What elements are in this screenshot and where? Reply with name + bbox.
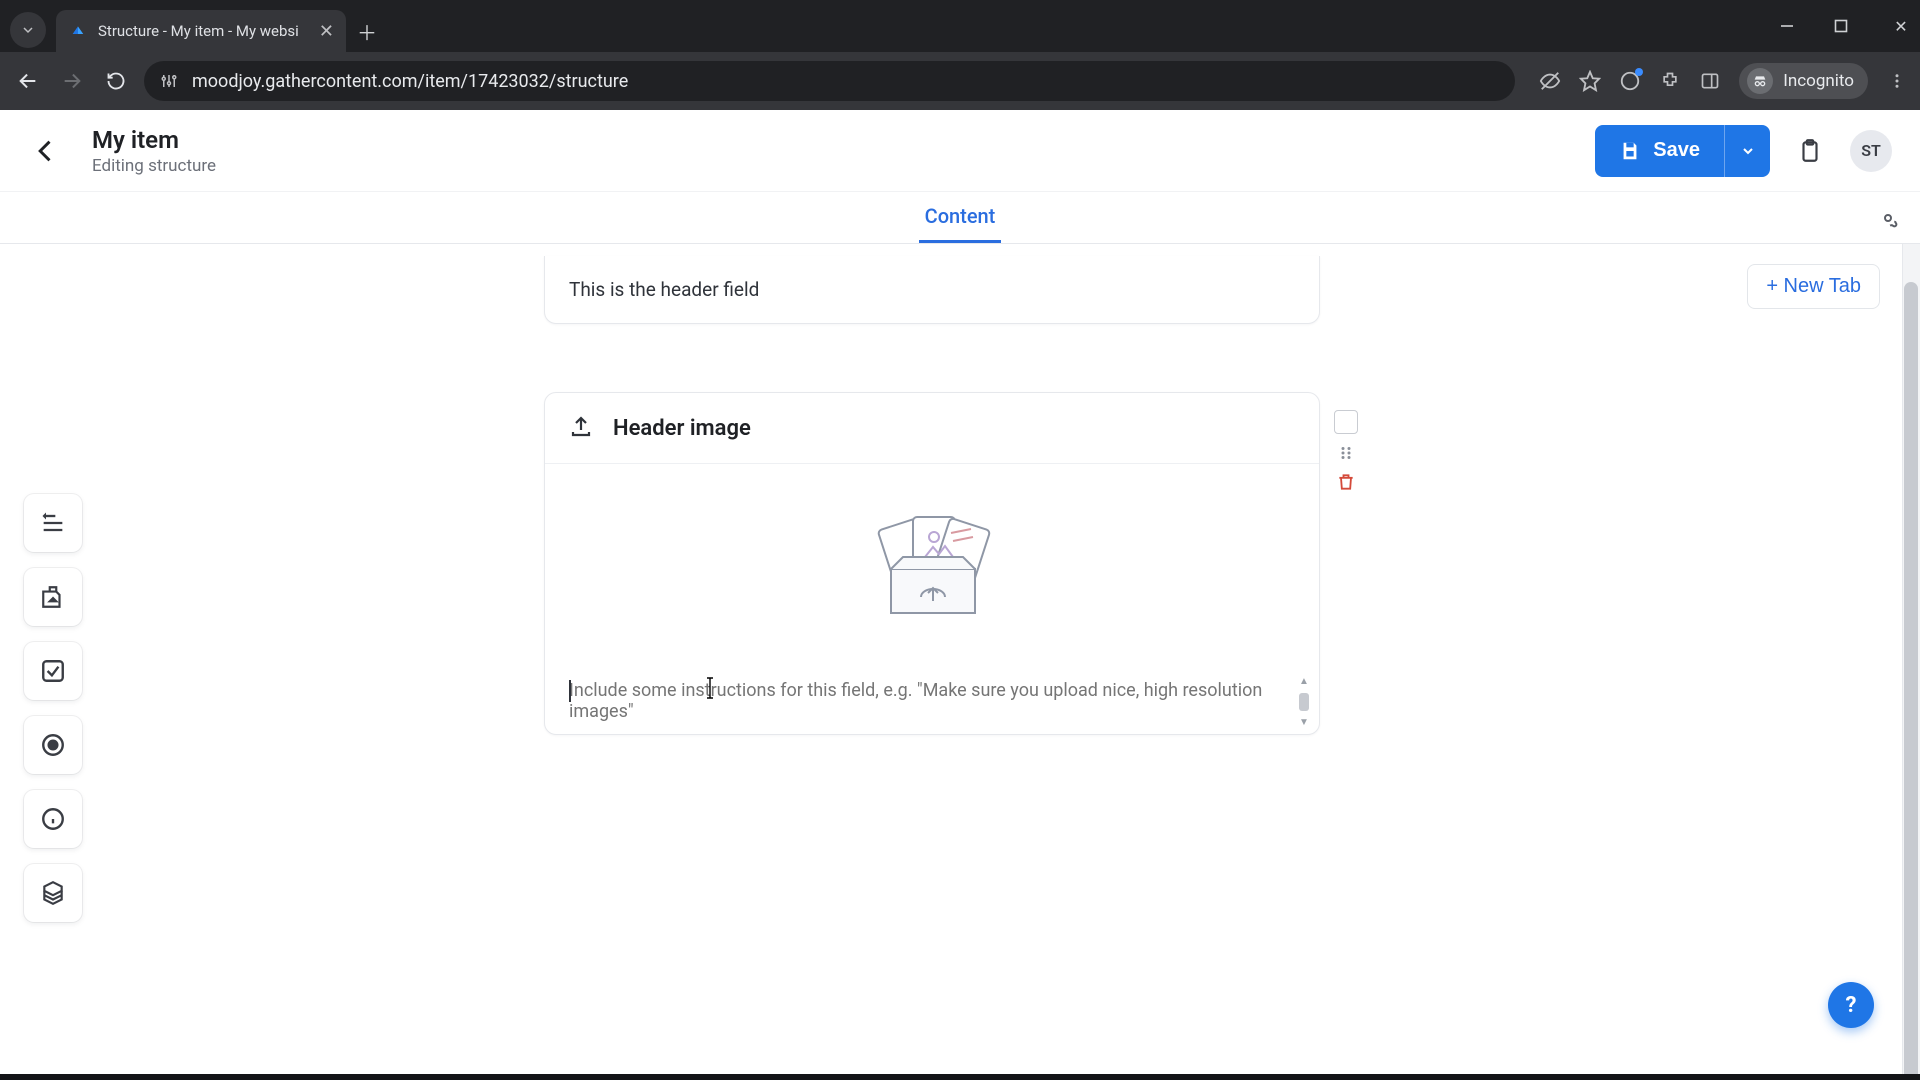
- new-tab-button[interactable]: ＋: [350, 14, 384, 48]
- clipboard-button[interactable]: [1788, 129, 1832, 173]
- palette-guideline-field[interactable]: [24, 790, 82, 848]
- tabbar: Content: [0, 192, 1920, 244]
- browser-toolbar: moodjoy.gathercontent.com/item/17423032/…: [0, 52, 1920, 110]
- maximize-icon[interactable]: [1834, 19, 1860, 33]
- scrollbar-thumb[interactable]: [1904, 282, 1918, 1080]
- delete-field-icon[interactable]: [1336, 472, 1356, 492]
- avatar[interactable]: ST: [1850, 130, 1892, 172]
- palette-component-field[interactable]: [24, 864, 82, 922]
- text-caret: [569, 680, 571, 702]
- browser-tab[interactable]: Structure - My item - My websi ✕: [56, 10, 346, 52]
- save-button-group: Save: [1595, 125, 1770, 177]
- app-back-button[interactable]: [28, 133, 64, 169]
- save-button[interactable]: Save: [1595, 125, 1724, 177]
- kebab-menu-icon[interactable]: [1886, 70, 1908, 92]
- canvas: + New Tab This is the he: [0, 244, 1920, 1080]
- palette-radio-field[interactable]: [24, 716, 82, 774]
- sidepanel-icon[interactable]: [1699, 70, 1721, 92]
- field-palette: [24, 494, 82, 922]
- minimize-icon[interactable]: [1780, 19, 1806, 33]
- palette-checkbox-field[interactable]: [24, 642, 82, 700]
- upload-icon: [569, 415, 595, 441]
- profile-dot-icon[interactable]: [1619, 70, 1641, 92]
- help-fab-label: ?: [1846, 993, 1857, 1018]
- nav-back-icon[interactable]: [12, 65, 44, 97]
- attachment-instructions-input[interactable]: [569, 674, 1295, 730]
- dropzone-illustration-icon: [847, 509, 1017, 629]
- avatar-initials: ST: [1861, 141, 1881, 160]
- tab-content-label: Content: [925, 204, 996, 228]
- new-field-tab-label: + New Tab: [1766, 275, 1861, 297]
- vertical-scrollbar[interactable]: [1902, 244, 1920, 1080]
- tab-close-icon[interactable]: ✕: [319, 21, 334, 42]
- page-title: My item: [92, 126, 216, 154]
- help-fab[interactable]: ?: [1828, 982, 1874, 1028]
- drag-handle-icon[interactable]: [1337, 444, 1355, 462]
- nav-forward-icon: [56, 65, 88, 97]
- textarea-scroll-affordance[interactable]: ▲ ▼: [1295, 676, 1313, 728]
- os-taskbar-sliver: [0, 1074, 1920, 1080]
- save-button-label: Save: [1653, 139, 1700, 162]
- attachment-field-card: Header image: [544, 392, 1320, 735]
- close-window-icon[interactable]: ✕: [1888, 17, 1914, 36]
- text-cursor-icon: [705, 676, 715, 698]
- palette-text-field[interactable]: [24, 494, 82, 552]
- field-side-actions: [1334, 410, 1358, 492]
- attachment-dropzone[interactable]: [545, 464, 1319, 674]
- nav-reload-icon[interactable]: [100, 65, 132, 97]
- text-field-value: This is the header field: [569, 278, 1295, 301]
- save-icon: [1619, 140, 1641, 162]
- eye-off-icon[interactable]: [1539, 70, 1561, 92]
- incognito-label: Incognito: [1783, 71, 1854, 91]
- page-subtitle: Editing structure: [92, 156, 216, 176]
- omnibox[interactable]: moodjoy.gathercontent.com/item/17423032/…: [144, 61, 1515, 101]
- field-select-checkbox[interactable]: [1334, 410, 1358, 434]
- new-field-tab-button[interactable]: + New Tab: [1747, 264, 1880, 309]
- app-root: My item Editing structure Save ST: [0, 110, 1920, 1080]
- attachment-field-label[interactable]: Header image: [613, 416, 751, 441]
- text-field-card[interactable]: This is the header field: [544, 256, 1320, 324]
- settings-gear-icon[interactable]: [1872, 202, 1904, 234]
- save-dropdown-button[interactable]: [1724, 125, 1770, 177]
- tab-search-button[interactable]: [10, 12, 46, 48]
- incognito-chip[interactable]: Incognito: [1739, 63, 1868, 99]
- omnibox-url: moodjoy.gathercontent.com/item/17423032/…: [192, 71, 628, 92]
- window-controls: ✕: [1780, 0, 1914, 52]
- incognito-icon: [1747, 68, 1773, 94]
- browser-tab-title: Structure - My item - My websi: [98, 22, 299, 40]
- palette-attachment-field[interactable]: [24, 568, 82, 626]
- extensions-icon[interactable]: [1659, 70, 1681, 92]
- tab-content[interactable]: Content: [919, 192, 1002, 243]
- bookmark-star-icon[interactable]: [1579, 70, 1601, 92]
- browser-titlebar: Structure - My item - My websi ✕ ＋ ✕: [0, 0, 1920, 52]
- site-settings-icon[interactable]: [158, 70, 180, 92]
- favicon-gathercontent: [68, 21, 88, 41]
- app-header: My item Editing structure Save ST: [0, 110, 1920, 192]
